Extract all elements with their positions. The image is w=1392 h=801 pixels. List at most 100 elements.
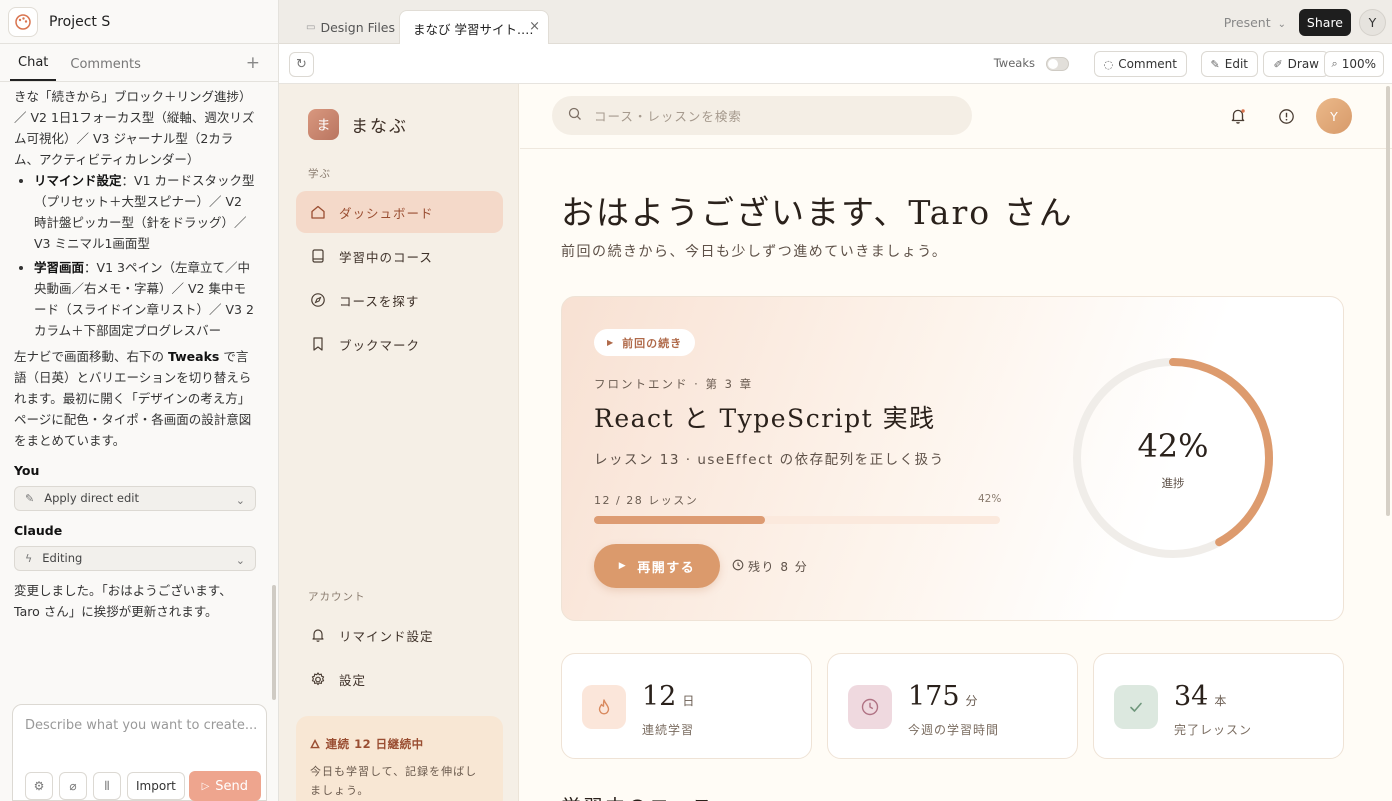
progress-bar-fill — [594, 516, 765, 524]
stat-value: 12 日 — [642, 681, 694, 712]
chat-messages: きな「続きから」ブロック＋リング進捗）／ V2 1日1フォーカス型（縦軸、週次リ… — [0, 84, 270, 701]
continue-chip: ▶ 前回の続き — [594, 329, 696, 356]
search-input[interactable]: コース・レッスンを検索 — [552, 96, 972, 135]
reload-icon[interactable]: ↻ — [289, 52, 314, 77]
role-label-you: You — [14, 463, 40, 478]
chat-header: Project S — [0, 0, 278, 44]
resume-button[interactable]: ▶ 再開する — [594, 544, 720, 588]
header-divider — [520, 148, 1392, 149]
sidebar-item-my-courses[interactable]: 学習中のコース — [296, 235, 503, 277]
course-meta: フロントエンド · 第 3 章 — [594, 377, 754, 391]
streak-card: 🜂 連続 12 日継続中 今日も学習して、記録を伸ばしましょう。 — [296, 716, 503, 801]
file-tab-bar: ▭ Design Files まなび 学習サイト.… × Present ⌄ S… — [279, 0, 1392, 45]
stat-unit: 日 — [682, 694, 695, 708]
sidebar-item-settings[interactable]: 設定 — [296, 658, 503, 700]
claude-reply: 変更しました。「おはようございます、Taro さん」に挨拶が更新されます。 — [14, 583, 232, 619]
file-icon: ▭ — [306, 21, 316, 33]
brand-name: まなぶ — [351, 117, 408, 137]
tab-chat[interactable]: Chat — [10, 55, 57, 81]
play-icon: ▶ — [618, 561, 628, 571]
compass-icon — [310, 292, 326, 308]
nav-section-learn: 学ぶ — [308, 168, 331, 180]
zoom-button[interactable]: ⌕ 100% — [1323, 51, 1384, 77]
share-button[interactable]: Share — [1298, 9, 1351, 36]
progress-bar — [594, 516, 1000, 524]
stat-value: 34 本 — [1174, 681, 1226, 712]
book-icon — [310, 248, 326, 264]
tweaks-toggle[interactable] — [1046, 57, 1069, 71]
tool-call-apply-edit[interactable]: ✎ Apply direct edit ⌄ — [14, 486, 256, 511]
send-button[interactable]: ▷ Send — [188, 771, 261, 801]
present-button[interactable]: Present ⌄ — [1224, 15, 1286, 30]
lesson-title: レッスン 13 · useEffect の依存配列を正しく扱う — [594, 452, 945, 468]
comment-button[interactable]: ◌ Comment — [1093, 51, 1187, 77]
stat-unit: 分 — [965, 694, 978, 708]
chat-scrollbar[interactable] — [272, 585, 276, 700]
section-heading-courses: 学習中のコース — [561, 791, 714, 801]
progress-ring-label: 進捗 — [1161, 476, 1185, 490]
preview-toolbar: ↻ Tweaks ◌ Comment ✎ Edit ✐ Draw ⌕ 100% — [279, 44, 1392, 84]
sidebar-item-dashboard[interactable]: ダッシュボード — [296, 191, 503, 233]
attach-icon[interactable]: ⌀ — [59, 772, 87, 800]
sidebar-item-reminders[interactable]: リマインド設定 — [296, 614, 503, 656]
preview-scrollbar[interactable] — [1386, 86, 1390, 516]
stat-card-weekly-time: 175 分 今週の学習時間 — [827, 653, 1078, 759]
close-icon[interactable]: × — [529, 19, 540, 34]
page-subtitle: 前回の続きから、今日も少しずつ進めていきましょう。 — [561, 244, 948, 260]
audio-icon[interactable]: ⫴ — [93, 772, 121, 800]
sidebar-item-explore[interactable]: コースを探す — [296, 279, 503, 321]
message-paragraph: 左ナビで画面移動、右下の Tweaks で言語（日英）とバリエーションを切り替え… — [14, 346, 256, 451]
continue-learning-card[interactable]: ▶ 前回の続き フロントエンド · 第 3 章 React と TypeScrip… — [561, 296, 1344, 621]
stat-number: 175 — [908, 681, 960, 712]
import-button[interactable]: Import — [127, 772, 185, 800]
avatar[interactable]: Y — [1359, 9, 1386, 36]
brand[interactable]: ま まなぶ — [308, 109, 408, 140]
project-title: Project S — [49, 13, 111, 30]
app-preview: ま まなぶ 学ぶ ダッシュボード 学習中のコース コースを探す ブックマーク ア… — [279, 84, 1392, 801]
sidebar-item-bookmarks[interactable]: ブックマーク — [296, 323, 503, 365]
message-text: きな「続きから」ブロック＋リング進捗）／ V2 1日1フォーカス型（縦軸、週次リ… — [14, 89, 255, 167]
sidebar-item-label: コースを探す — [339, 293, 420, 309]
tab-label: まなび 学習サイト.… — [413, 21, 534, 37]
sidebar-item-label: リマインド設定 — [339, 628, 434, 644]
stat-label: 連続学習 — [642, 723, 695, 737]
present-label: Present — [1223, 15, 1271, 30]
tab-design-files[interactable]: ▭ Design Files — [306, 10, 395, 44]
tab-active-file[interactable]: まなび 学習サイト.… × — [399, 10, 549, 45]
clock-icon — [848, 685, 892, 729]
stat-value: 175 分 — [908, 681, 978, 712]
list-item-title: リマインド設定 — [34, 173, 122, 188]
tab-comments[interactable]: Comments — [62, 57, 148, 81]
info-icon[interactable] — [1276, 106, 1296, 126]
chevron-down-icon: ⌄ — [235, 494, 245, 507]
lesson-percent: 42% — [978, 493, 1002, 505]
tool-call-label: Editing — [42, 551, 83, 565]
search-icon — [568, 107, 582, 124]
settings-icon[interactable]: ⚙ — [25, 772, 53, 800]
stat-unit: 本 — [1214, 694, 1227, 708]
list-item: リマインド設定：V1 カードスタック型（プリセット＋大型スピナー）／ V2 時計… — [34, 170, 256, 254]
notification-bell-icon[interactable] — [1228, 106, 1248, 126]
role-label-claude: Claude — [14, 523, 63, 538]
draw-button[interactable]: ✐ Draw — [1263, 51, 1329, 77]
tool-call-editing[interactable]: ϟ Editing ⌄ — [14, 546, 256, 571]
add-icon[interactable]: + — [246, 53, 260, 73]
message-text: 左ナビで画面移動、右下の — [14, 349, 168, 364]
edit-button[interactable]: ✎ Edit — [1200, 51, 1258, 77]
streak-text: 今日も学習して、記録を伸ばしましょう。 — [310, 765, 478, 797]
user-avatar[interactable]: Y — [1316, 98, 1352, 134]
composer-input[interactable]: Describe what you want to create... — [25, 718, 257, 733]
zoom-label: 100% — [1341, 57, 1376, 71]
sidebar-item-label: ダッシュボード — [339, 205, 434, 221]
message-bold: Tweaks — [167, 349, 220, 364]
chevron-down-icon: ⌄ — [235, 554, 245, 567]
flame-icon — [582, 685, 626, 729]
composer: Describe what you want to create... ⚙ ⌀ … — [12, 704, 267, 801]
stat-number: 34 — [1174, 681, 1209, 712]
search-placeholder: コース・レッスンを検索 — [594, 109, 742, 124]
sidebar-item-label: 設定 — [339, 672, 367, 688]
lesson-count: 12 / 28 レッスン — [594, 494, 699, 507]
palette-icon[interactable] — [8, 6, 38, 37]
stat-label: 完了レッスン — [1174, 723, 1253, 737]
edit-label: Edit — [1224, 57, 1248, 71]
